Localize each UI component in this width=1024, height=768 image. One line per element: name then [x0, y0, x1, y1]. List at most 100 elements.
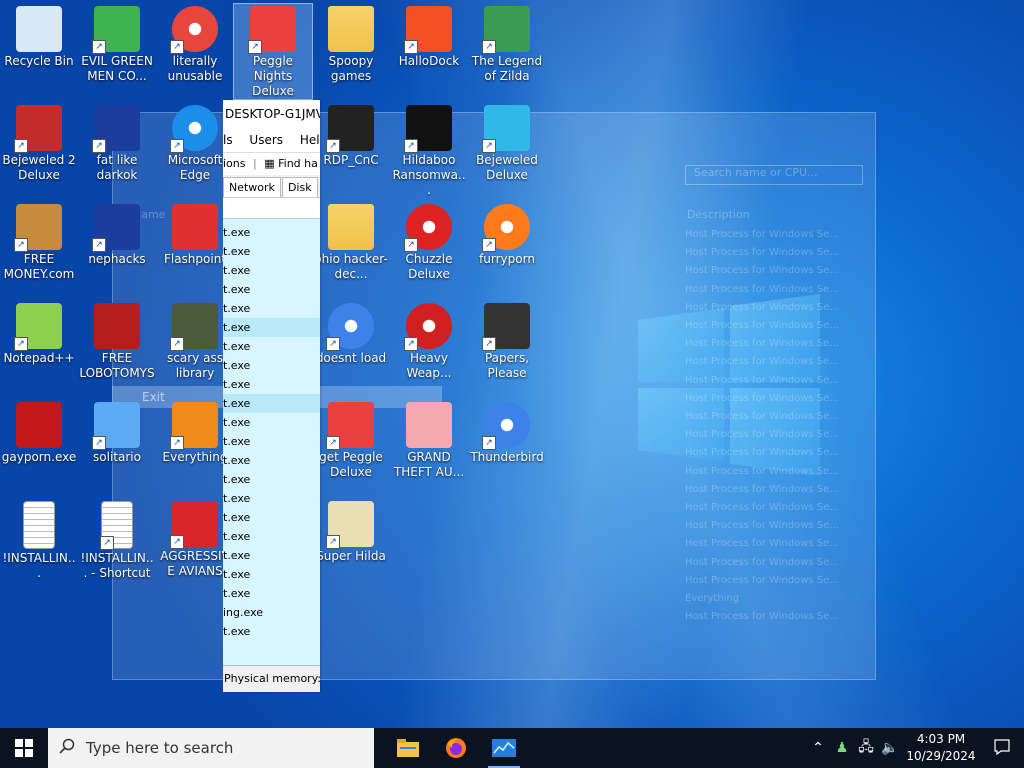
desktop-icon[interactable]: ↗ HalloDock: [390, 4, 468, 69]
desktop-icon[interactable]: ↗ RDP_CnC: [312, 103, 390, 168]
find-handles-button[interactable]: Find ha: [278, 157, 318, 170]
desktop-icon[interactable]: ↗ doesnt load: [312, 301, 390, 366]
desktop-icon[interactable]: ↗ Super Hilda: [312, 499, 390, 564]
taskbar-process-hacker[interactable]: [480, 728, 528, 768]
desktop-icon[interactable]: ↗ nephacks: [78, 202, 156, 267]
process-row[interactable]: t.exe: [223, 451, 320, 470]
options-button[interactable]: ions: [223, 157, 246, 170]
status-bar: Physical memory:: [223, 665, 320, 692]
process-row[interactable]: t.exe: [223, 337, 320, 356]
desktop-icon[interactable]: ohio hacker-dec...: [312, 202, 390, 282]
desktop-icon-label: Recycle Bin: [4, 54, 74, 68]
process-row[interactable]: t.exe: [223, 527, 320, 546]
process-list[interactable]: t.exe t.exe t.exe t.exe t.exe t.exe t.exe t.exe…: [223, 219, 320, 641]
process-row[interactable]: ing.exe: [223, 603, 320, 622]
find-handles-icon[interactable]: ▦: [264, 157, 274, 170]
process-row[interactable]: t.exe: [223, 394, 320, 413]
desktop-icon[interactable]: GRAND THEFT AU...: [390, 400, 468, 480]
menu-tools[interactable]: ls: [223, 133, 233, 147]
process-row[interactable]: t.exe: [223, 489, 320, 508]
desktop-icon[interactable]: ↗ The Legend of Zilda: [468, 4, 546, 84]
notification-icon[interactable]: [980, 738, 1024, 758]
process-row[interactable]: t.exe: [223, 318, 320, 337]
process-row[interactable]: t.exe: [223, 223, 320, 242]
desktop-icon[interactable]: gayporn.exe: [0, 400, 78, 465]
process-row[interactable]: t.exe: [223, 413, 320, 432]
clock[interactable]: 4:03 PM 10/29/2024: [902, 731, 980, 765]
desktop-icon[interactable]: ↗ fat like darkok: [78, 103, 156, 183]
desktop-icon[interactable]: ↗ Chuzzle Deluxe: [390, 202, 468, 282]
folder-icon: [328, 6, 374, 52]
document-icon: [23, 501, 55, 549]
process-hacker-icon: [492, 739, 516, 757]
user-tray-icon[interactable]: ♟: [830, 740, 854, 756]
desktop-icon-label: Super Hilda: [316, 549, 386, 563]
menu-users[interactable]: Users: [249, 133, 283, 147]
shortcut-arrow-icon: ↗: [326, 139, 340, 153]
library-icon: ↗: [170, 303, 218, 351]
process-row[interactable]: t.exe: [223, 546, 320, 565]
process-row[interactable]: t.exe: [223, 356, 320, 375]
ghost-description-row: Host Process for Windows Se...: [685, 338, 839, 350]
shortcut-arrow-icon: ↗: [14, 238, 28, 252]
process-row[interactable]: t.exe: [223, 299, 320, 318]
volume-icon[interactable]: 🔈: [878, 740, 902, 756]
desktop-icon[interactable]: ↗ FREE MONEY.com: [0, 202, 78, 282]
zelda-icon: ↗: [482, 6, 530, 54]
desktop-icon[interactable]: ↗ EVIL GREEN MEN CO...: [78, 4, 156, 84]
desktop-icon[interactable]: ↗ literally unusable: [156, 4, 234, 84]
process-row[interactable]: t.exe: [223, 375, 320, 394]
desktop-icon[interactable]: ↗ Thunderbird: [468, 400, 546, 465]
tab-network[interactable]: Network: [223, 177, 281, 197]
process-row[interactable]: t.exe: [223, 261, 320, 280]
desktop-icon[interactable]: ↗ Bejeweled 2 Deluxe: [0, 103, 78, 183]
radiation-icon: ↗: [404, 303, 452, 351]
ghost-description-row: Host Process for Windows Se...: [685, 556, 839, 568]
desktop-icon[interactable]: ↗ Papers, Please: [468, 301, 546, 381]
process-row[interactable]: t.exe: [223, 508, 320, 527]
process-row[interactable]: t.exe: [223, 280, 320, 299]
desktop-icon[interactable]: ↗ Hildaboo Ransomwa...: [390, 103, 468, 198]
window-title[interactable]: DESKTOP-G1JMVH: [223, 100, 320, 128]
ghost-description-row: Host Process for Windows Se...: [685, 392, 839, 404]
desktop-icon[interactable]: !INSTALLIN...: [0, 499, 78, 581]
process-row[interactable]: t.exe: [223, 242, 320, 261]
shortcut-arrow-icon: ↗: [326, 337, 340, 351]
ghost-description-header: Description: [687, 208, 750, 221]
desktop-icon[interactable]: Recycle Bin: [0, 4, 78, 69]
desktop-icon[interactable]: ↗ solitario: [78, 400, 156, 465]
desktop-icon-label: ohio hacker-dec...: [314, 252, 388, 281]
desktop-icon[interactable]: ↗ !INSTALLIN... - Shortcut: [78, 499, 156, 581]
desktop-icon-label: Chuzzle Deluxe: [405, 252, 453, 281]
desktop-icon-label: gayporn.exe: [1, 450, 77, 464]
taskbar-search-box[interactable]: Type here to search: [48, 728, 374, 768]
process-row[interactable]: t.exe: [223, 432, 320, 451]
desktop-icon[interactable]: ↗ Notepad++: [0, 301, 78, 366]
tab-disk[interactable]: Disk: [281, 177, 318, 197]
taskbar-firefox[interactable]: [432, 728, 480, 768]
process-row[interactable]: t.exe: [223, 470, 320, 489]
process-row[interactable]: t.exe: [223, 565, 320, 584]
list-header[interactable]: [223, 198, 320, 219]
process-hacker-window[interactable]: DESKTOP-G1JMVH ls Users Help ions | ▦ Fi…: [223, 100, 320, 692]
desktop-icon[interactable]: FREE LOBOTOMYS: [78, 301, 156, 381]
ghost-description-row: Host Process for Windows Se...: [685, 283, 839, 295]
menu-help[interactable]: Help: [300, 133, 320, 147]
start-button[interactable]: [0, 728, 48, 768]
desktop-icon-label: Spoopy games: [328, 54, 374, 83]
taskbar-file-explorer[interactable]: [384, 728, 432, 768]
desktop-icon[interactable]: Spoopy games: [312, 4, 390, 84]
desktop-icon[interactable]: ↗ Bejeweled Deluxe: [468, 103, 546, 183]
network-icon[interactable]: 🖧: [854, 736, 878, 760]
desktop-icon[interactable]: ↗ furryporn: [468, 202, 546, 267]
process-row[interactable]: t.exe: [223, 584, 320, 603]
thunderbird-icon: ↗: [326, 303, 374, 351]
desktop-icon[interactable]: ↗ Peggle Nights Deluxe: [233, 3, 313, 100]
desktop-icon[interactable]: ↗ Heavy Weap...: [390, 301, 468, 381]
desktop-icon[interactable]: ↗ get Peggle Deluxe: [312, 400, 390, 480]
chevron-up-icon[interactable]: ⌃: [806, 740, 830, 756]
shortcut-arrow-icon: ↗: [482, 238, 496, 252]
desktop-icon-label: solitario: [93, 450, 141, 464]
process-row[interactable]: t.exe: [223, 622, 320, 641]
rdp-icon: ↗: [326, 105, 374, 153]
